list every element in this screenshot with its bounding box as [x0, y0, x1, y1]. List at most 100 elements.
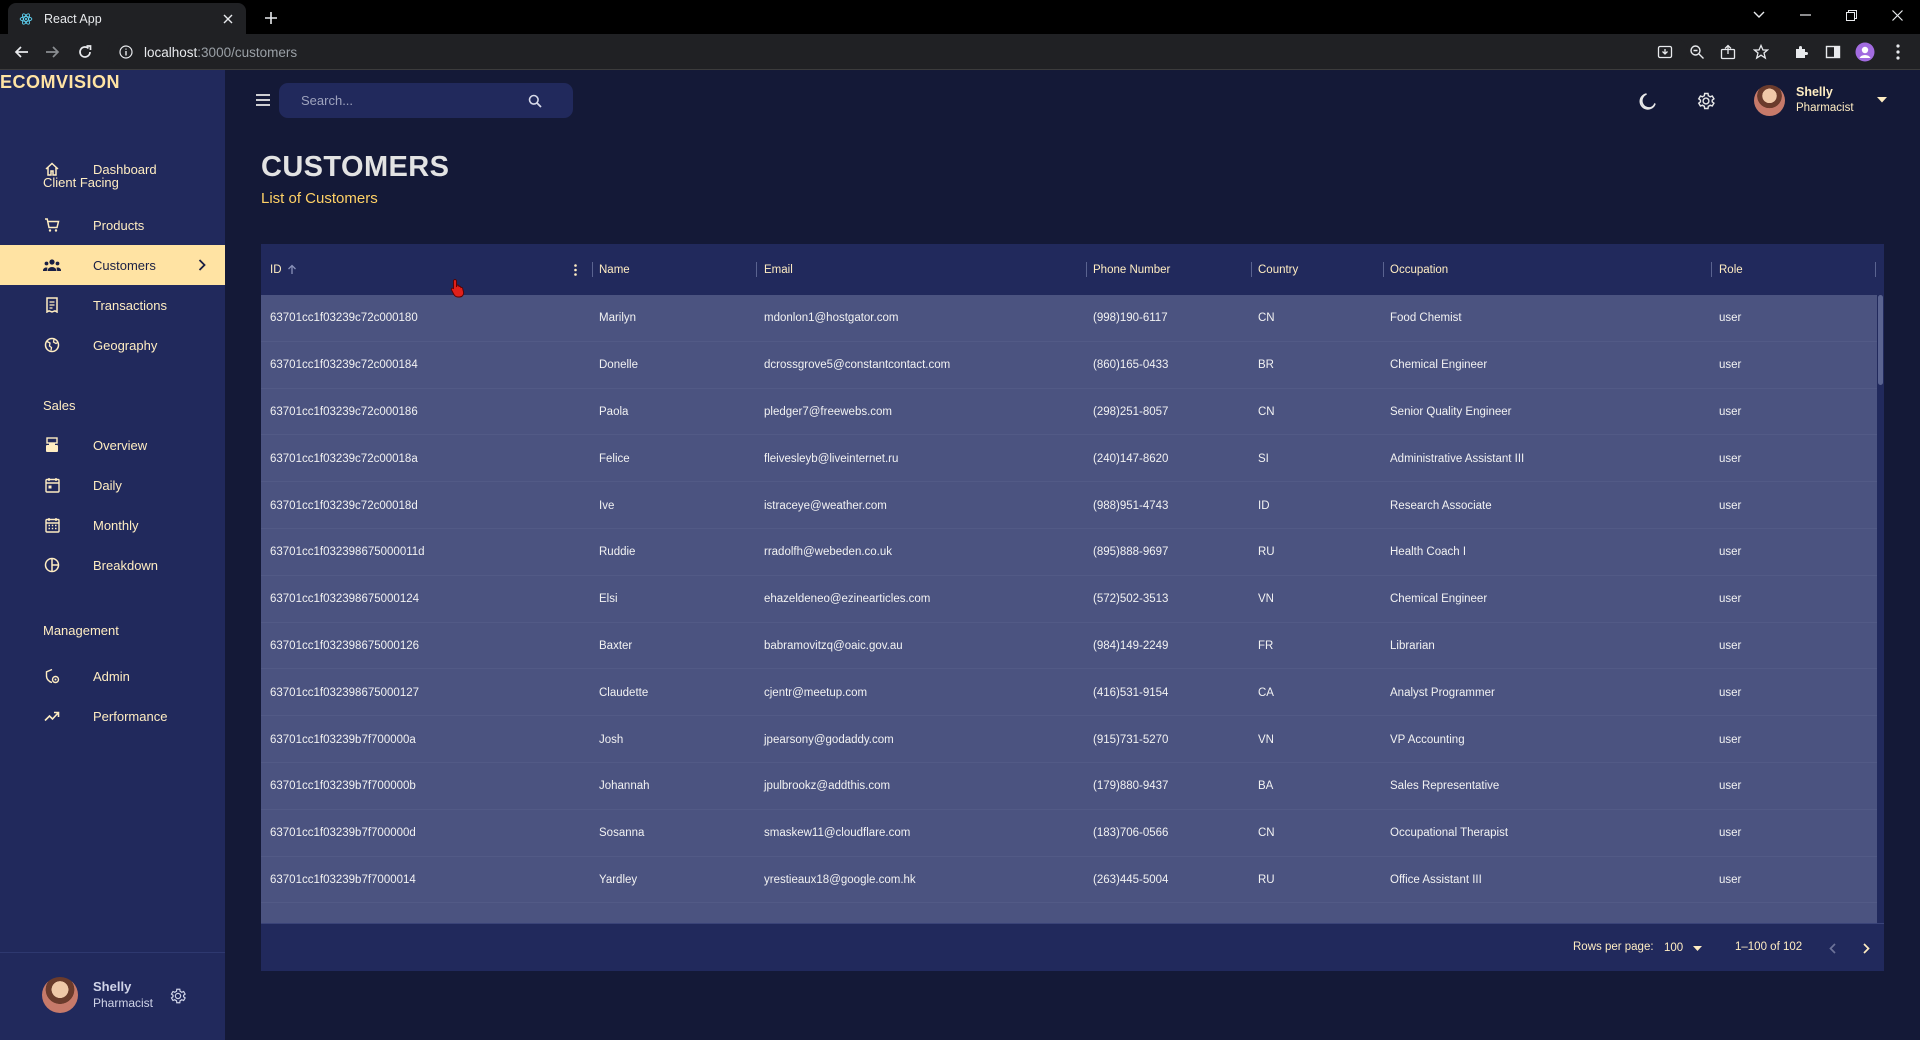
- cell-email[interactable]: smaskew11@cloudflare.com: [764, 810, 910, 857]
- cell-occupation[interactable]: Research Associate: [1390, 482, 1492, 529]
- cell-name[interactable]: Paola: [599, 389, 628, 436]
- site-info-icon[interactable]: [118, 44, 134, 60]
- dark-mode-icon[interactable]: [1636, 89, 1660, 113]
- cell-role[interactable]: user: [1719, 623, 1741, 670]
- cell-role[interactable]: user: [1719, 716, 1741, 763]
- rows-per-page-select[interactable]: 100: [1664, 936, 1706, 960]
- column-header-phone[interactable]: Phone Number: [1093, 244, 1170, 295]
- sidebar-item-overview[interactable]: Overview: [0, 425, 225, 465]
- column-separator[interactable]: [1711, 262, 1712, 277]
- cell-name[interactable]: Ive: [599, 482, 614, 529]
- side-panel-icon[interactable]: [1823, 42, 1843, 62]
- bookmark-star-icon[interactable]: [1751, 42, 1771, 62]
- column-header-id[interactable]: ID: [270, 244, 297, 295]
- cell-name[interactable]: Claudette: [599, 669, 648, 716]
- cell-email[interactable]: cjentr@meetup.com: [764, 669, 867, 716]
- cell-occupation[interactable]: Occupational Therapist: [1390, 810, 1508, 857]
- cell-role[interactable]: user: [1719, 295, 1741, 342]
- cell-phone[interactable]: (860)165-0433: [1093, 342, 1168, 389]
- column-separator[interactable]: [756, 262, 757, 277]
- sidebar-item-admin[interactable]: Admin: [0, 656, 225, 696]
- cell-name[interactable]: Josh: [599, 716, 623, 763]
- tab-search-icon[interactable]: [1736, 0, 1782, 30]
- cell-phone[interactable]: (984)149-2249: [1093, 623, 1168, 670]
- address-bar[interactable]: localhost:3000/customers: [108, 38, 1688, 66]
- cell-phone[interactable]: (183)706-0566: [1093, 810, 1168, 857]
- cell-email[interactable]: fleivesleyb@liveinternet.ru: [764, 435, 898, 482]
- search-input[interactable]: [301, 93, 521, 108]
- sidebar-item-customers[interactable]: Customers: [0, 245, 225, 285]
- column-separator[interactable]: [1875, 262, 1876, 277]
- cell-id[interactable]: 63701cc1f032398675000126: [270, 623, 419, 670]
- cell-name[interactable]: Sosanna: [599, 810, 644, 857]
- sidebar-item-daily[interactable]: Daily: [0, 465, 225, 505]
- table-row[interactable]: 63701cc1f03239c72c000184 Donelle dcrossgro…: [261, 342, 1877, 389]
- cell-email[interactable]: dcrossgrove5@constantcontact.com: [764, 342, 950, 389]
- cell-role[interactable]: user: [1719, 482, 1741, 529]
- cell-email[interactable]: pledger7@freewebs.com: [764, 389, 892, 436]
- sidebar-item-geography[interactable]: Geography: [0, 325, 225, 365]
- cell-name[interactable]: Yardley: [599, 857, 637, 904]
- cell-occupation[interactable]: Chemical Engineer: [1390, 342, 1487, 389]
- settings-gear-icon[interactable]: [1694, 89, 1718, 113]
- back-arrow-icon[interactable]: [10, 40, 34, 64]
- extensions-icon[interactable]: [1791, 42, 1811, 62]
- sidebar-item-performance[interactable]: Performance: [0, 696, 225, 736]
- cell-phone[interactable]: (572)502-3513: [1093, 576, 1168, 623]
- cell-country[interactable]: BA: [1258, 763, 1273, 810]
- table-row[interactable]: 63701cc1f032398675000127 Claudette cjentr@…: [261, 669, 1877, 717]
- cell-email[interactable]: rradolfh@webeden.co.uk: [764, 529, 892, 576]
- column-header-email[interactable]: Email: [764, 244, 793, 295]
- sidebar-item-transactions[interactable]: Transactions: [0, 285, 225, 325]
- sidebar-user-profile[interactable]: Shelly Pharmacist: [40, 972, 220, 1022]
- column-separator[interactable]: [1086, 262, 1087, 277]
- cell-country[interactable]: VN: [1258, 716, 1274, 763]
- cell-role[interactable]: user: [1719, 669, 1741, 716]
- cell-phone[interactable]: (240)147-8620: [1093, 435, 1168, 482]
- forward-arrow-icon[interactable]: [40, 40, 64, 64]
- cell-country[interactable]: SI: [1258, 435, 1269, 482]
- table-row[interactable]: 63701cc1f032398675000124 Elsi ehazeldeneo@…: [261, 576, 1877, 623]
- cell-phone[interactable]: (179)880-9437: [1093, 763, 1168, 810]
- cell-id[interactable]: 63701cc1f032398675000011d: [270, 529, 425, 576]
- cell-id[interactable]: 63701cc1f03239c72c00018d: [270, 482, 418, 529]
- column-separator[interactable]: [592, 262, 593, 277]
- table-row[interactable]: 63701cc1f03239b7f700000a Josh jpearsony@go…: [261, 716, 1877, 763]
- table-row[interactable]: 63701cc1f03239c72c000186 Paola pledger7@fr…: [261, 389, 1877, 436]
- table-row[interactable]: 63701cc1f03239c72c00018d Ive istraceye@wea…: [261, 482, 1877, 529]
- cell-country[interactable]: CN: [1258, 389, 1275, 436]
- cell-occupation[interactable]: Food Chemist: [1390, 295, 1462, 342]
- cell-role[interactable]: user: [1719, 342, 1741, 389]
- cell-country[interactable]: RU: [1258, 529, 1275, 576]
- table-row[interactable]: 63701cc1f032398675000126 Baxter babramovit…: [261, 623, 1877, 670]
- cell-name[interactable]: Marilyn: [599, 295, 636, 342]
- install-app-icon[interactable]: [1655, 42, 1675, 62]
- cell-name[interactable]: Ruddie: [599, 529, 635, 576]
- cell-occupation[interactable]: Administrative Assistant III: [1390, 435, 1524, 482]
- column-header-name[interactable]: Name: [599, 244, 630, 295]
- cell-role[interactable]: user: [1719, 763, 1741, 810]
- column-separator[interactable]: [1383, 262, 1384, 277]
- cell-id[interactable]: 63701cc1f03239b7f700000b: [270, 763, 416, 810]
- table-row[interactable]: 63701cc1f03239b7f700000b Johannah jpulbroo…: [261, 763, 1877, 810]
- cell-name[interactable]: Felice: [599, 435, 630, 482]
- cell-country[interactable]: FR: [1258, 623, 1273, 670]
- cell-id[interactable]: 63701cc1f03239b7f700000a: [270, 716, 416, 763]
- cell-id[interactable]: 63701cc1f03239c72c000180: [270, 295, 418, 342]
- cell-name[interactable]: Johannah: [599, 763, 650, 810]
- cell-occupation[interactable]: Chemical Engineer: [1390, 576, 1487, 623]
- cell-occupation[interactable]: Health Coach I: [1390, 529, 1466, 576]
- window-close-icon[interactable]: [1874, 0, 1920, 30]
- menu-icon[interactable]: [252, 89, 274, 111]
- cell-phone[interactable]: (988)951-4743: [1093, 482, 1168, 529]
- cell-id[interactable]: 63701cc1f03239c72c000184: [270, 342, 418, 389]
- cell-phone[interactable]: (263)445-5004: [1093, 857, 1168, 904]
- cell-name[interactable]: Elsi: [599, 576, 618, 623]
- table-row[interactable]: 63701cc1f03239c72c000180 Marilyn mdonlon1@…: [261, 295, 1877, 342]
- cell-country[interactable]: CN: [1258, 810, 1275, 857]
- cell-occupation[interactable]: VP Accounting: [1390, 716, 1465, 763]
- new-tab-icon[interactable]: [260, 7, 282, 29]
- profile-avatar-icon[interactable]: [1855, 42, 1875, 62]
- minimize-icon[interactable]: [1782, 0, 1828, 30]
- cell-phone[interactable]: (298)251-8057: [1093, 389, 1168, 436]
